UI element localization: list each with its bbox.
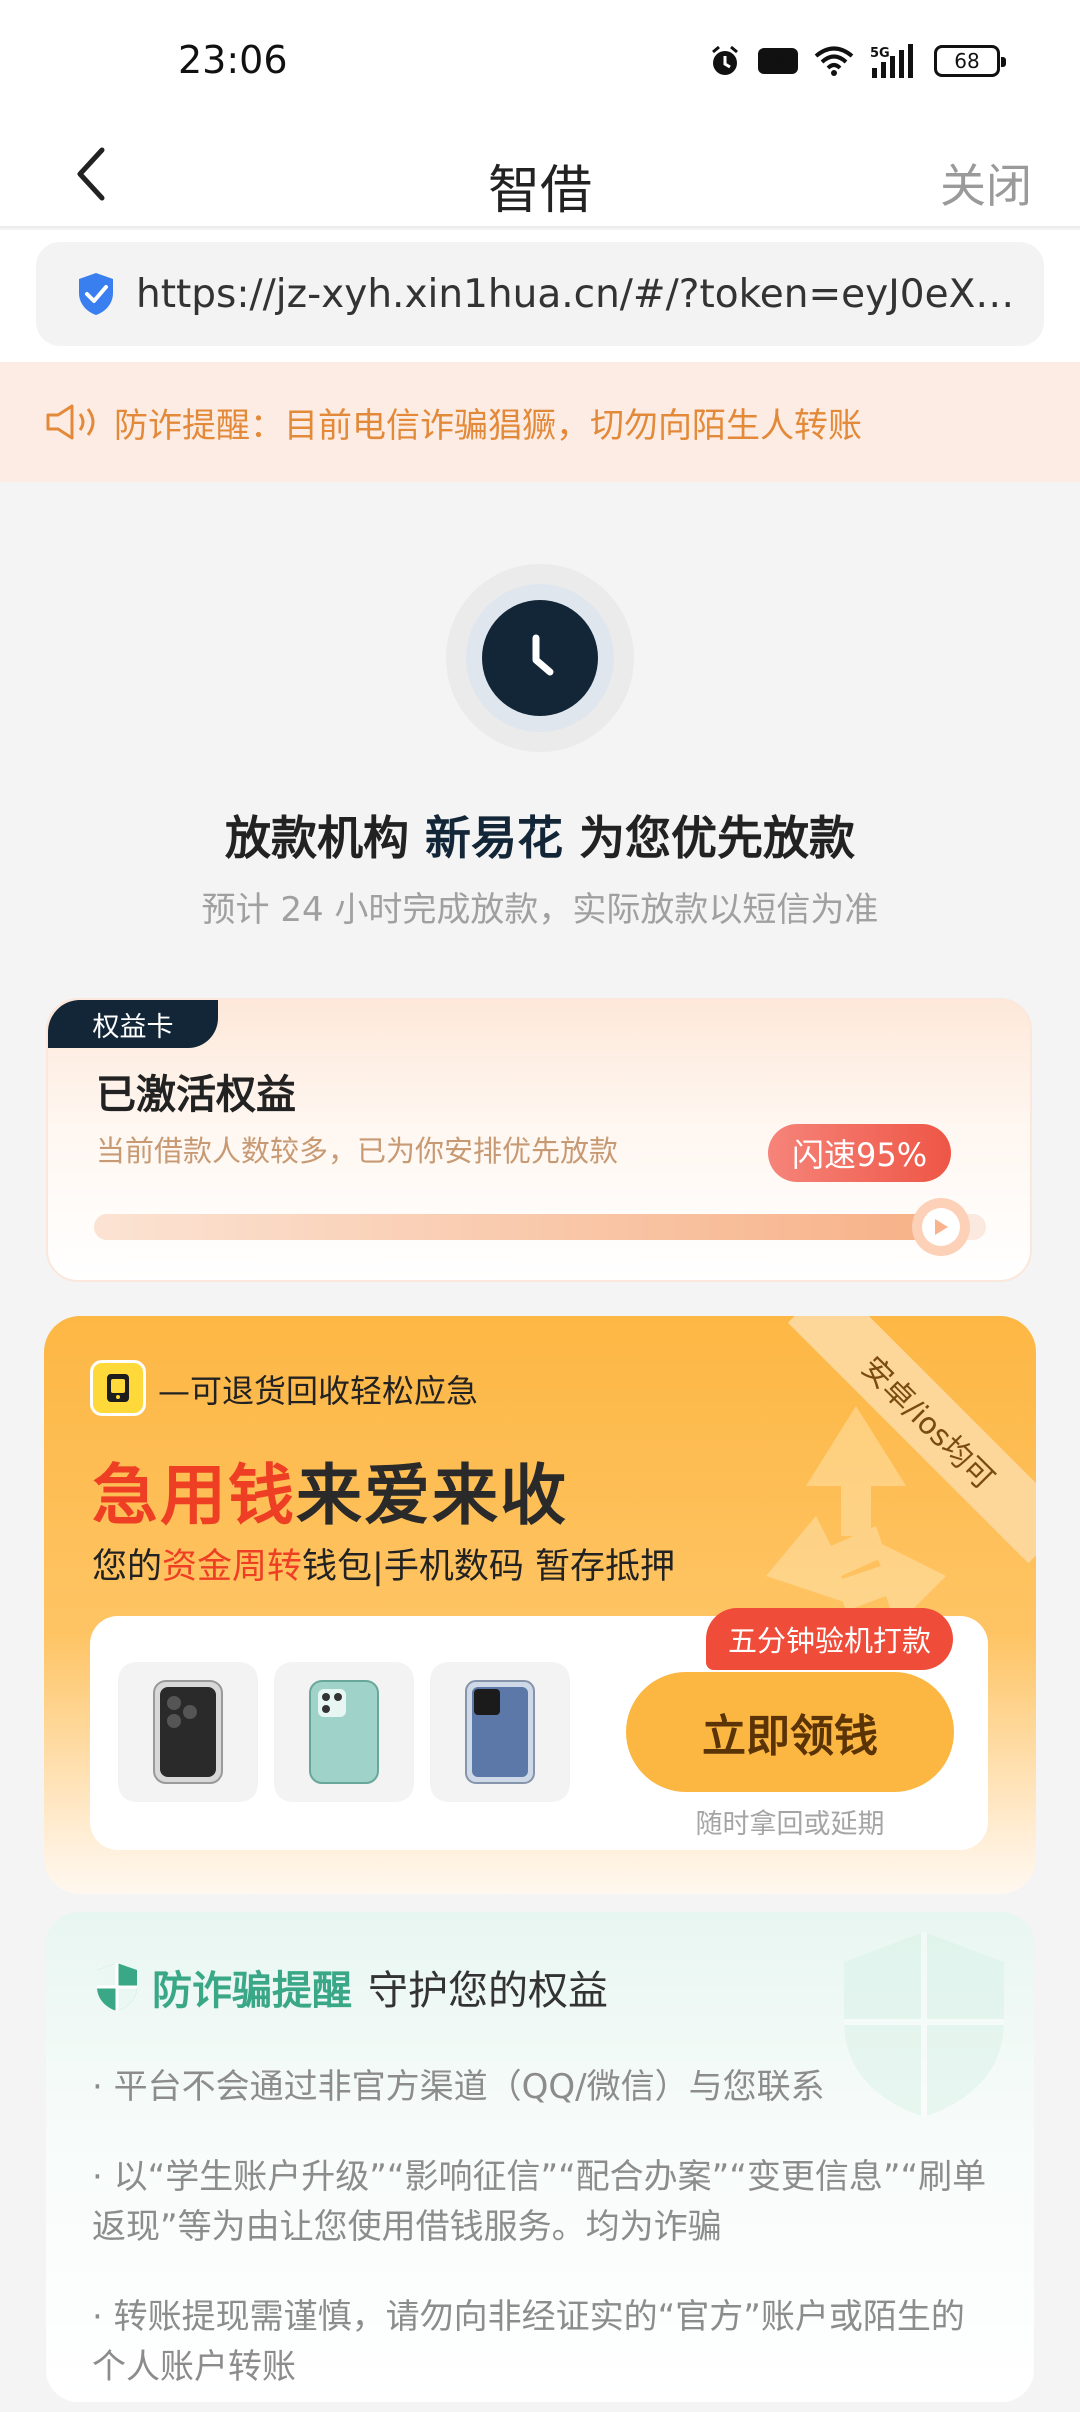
benefit-card: 权益卡 已激活权益 当前借款人数较多，已为你安排优先放款 闪速95% bbox=[46, 998, 1032, 1282]
fraud-notice-text: 防诈提醒：目前电信诈骗猖獗，切勿向陌生人转账 bbox=[114, 405, 862, 446]
5g-signal-icon: 5G bbox=[870, 44, 918, 78]
benefit-title: 已激活权益 bbox=[96, 1072, 296, 1118]
page-title: 智借 bbox=[487, 161, 592, 221]
priority-progress-bar bbox=[94, 1198, 986, 1256]
phone-thumbnail bbox=[274, 1662, 414, 1802]
app-logo-icon bbox=[90, 1360, 146, 1416]
fraud-notice-bar: 防诈提醒：目前电信诈骗猖獗，切勿向陌生人转账 bbox=[0, 362, 1080, 482]
wifi-icon bbox=[814, 45, 854, 77]
url-bar[interactable]: https://jz-xyh.xin1hua.cn/#/?token=eyJ0e… bbox=[36, 242, 1044, 346]
battery-level: 68 bbox=[954, 49, 980, 73]
promo-tagline: —可退货回收轻松应急 bbox=[158, 1372, 479, 1410]
anti-fraud-card: 防诈骗提醒 守护您的权益 · 平台不会通过非官方渠道（QQ/微信）与您联系 · … bbox=[46, 1912, 1034, 2402]
close-button[interactable]: 关闭 bbox=[940, 150, 1032, 216]
promo-sub-prefix: 您的 bbox=[92, 1547, 163, 1587]
svg-text:5G: 5G bbox=[870, 46, 890, 61]
claim-note: 随时拿回或延期 bbox=[695, 1809, 885, 1840]
anti-fraud-title: 防诈骗提醒 bbox=[152, 1968, 352, 2014]
headline-prefix: 放款机构 bbox=[224, 811, 409, 865]
benefit-desc: 当前借款人数较多，已为你安排优先放款 bbox=[96, 1134, 619, 1168]
promo-sub-red: 资金周转 bbox=[162, 1547, 303, 1587]
claim-money-button[interactable]: 立即领钱 bbox=[626, 1672, 954, 1792]
speaker-icon bbox=[46, 404, 95, 440]
status-icons: HD 5G 68 bbox=[708, 38, 1006, 84]
clock-illustration bbox=[446, 564, 634, 752]
headline-suffix: 为您优先放款 bbox=[579, 811, 856, 865]
promo-sub-rest: 钱包|手机数码 暂存抵押 bbox=[302, 1547, 675, 1587]
shield-icon bbox=[97, 1963, 137, 2011]
nav-bar: 智借 关闭 bbox=[0, 120, 1080, 228]
anti-fraud-item: · 转账提现需谨慎，请勿向非经证实的“官方”账户或陌生的个人账户转账 bbox=[92, 2297, 965, 2387]
anti-fraud-subtitle: 守护您的权益 bbox=[368, 1968, 608, 2014]
battery-icon: 68 bbox=[934, 45, 1006, 77]
status-bar: 23:06 HD 5G 68 bbox=[0, 0, 1080, 120]
promo-product-panel: 立即领钱 五分钟验机打款 随时拿回或延期 bbox=[90, 1608, 988, 1850]
speed-badge: 闪速95% bbox=[768, 1124, 952, 1182]
status-time: 23:06 bbox=[178, 38, 288, 82]
phone-thumbnail bbox=[430, 1662, 570, 1802]
anti-fraud-header: 防诈骗提醒 守护您的权益 bbox=[94, 1958, 608, 2016]
promo-title-red: 急用钱 bbox=[92, 1457, 296, 1534]
phone-thumbnail bbox=[118, 1662, 258, 1802]
lender-name: 新易花 bbox=[425, 811, 563, 865]
promo-title-rest: 来爱来收 bbox=[296, 1457, 568, 1534]
alarm-icon bbox=[708, 44, 742, 78]
url-text: https://jz-xyh.xin1hua.cn/#/?token=eyJ0e… bbox=[136, 271, 1016, 317]
promo-subtitle: 您的资金周转钱包|手机数码 暂存抵押 bbox=[92, 1538, 675, 1589]
anti-fraud-item: · 以“学生账户升级”“影响征信”“配合办案”“变更信息”“刷单返现”等为由让您… bbox=[92, 2157, 987, 2247]
play-icon bbox=[935, 1219, 949, 1235]
hd-icon: HD bbox=[757, 48, 798, 74]
inspection-badge: 五分钟验机打款 bbox=[706, 1608, 954, 1670]
progress-fill bbox=[94, 1214, 942, 1240]
shield-check-icon bbox=[79, 273, 113, 315]
url-bar-wrapper: https://jz-xyh.xin1hua.cn/#/?token=eyJ0e… bbox=[0, 230, 1080, 362]
promo-title: 急用钱来爱来收 bbox=[92, 1442, 568, 1538]
progress-knob bbox=[912, 1198, 971, 1256]
recycle-promo-card[interactable]: 安卓/ios均可 —可退货回收轻松应急 急用钱来爱来收 您的资金周转钱包|手机数… bbox=[44, 1316, 1036, 1894]
loan-subline: 预计 24 小时完成放款，实际放款以短信为准 bbox=[201, 890, 879, 930]
clock-icon bbox=[532, 634, 554, 676]
loan-headline: 放款机构 新易花 为您优先放款 bbox=[0, 802, 1080, 868]
anti-fraud-item: · 平台不会通过非官方渠道（QQ/微信）与您联系 bbox=[92, 2067, 825, 2107]
benefit-tag: 权益卡 bbox=[48, 1000, 218, 1048]
